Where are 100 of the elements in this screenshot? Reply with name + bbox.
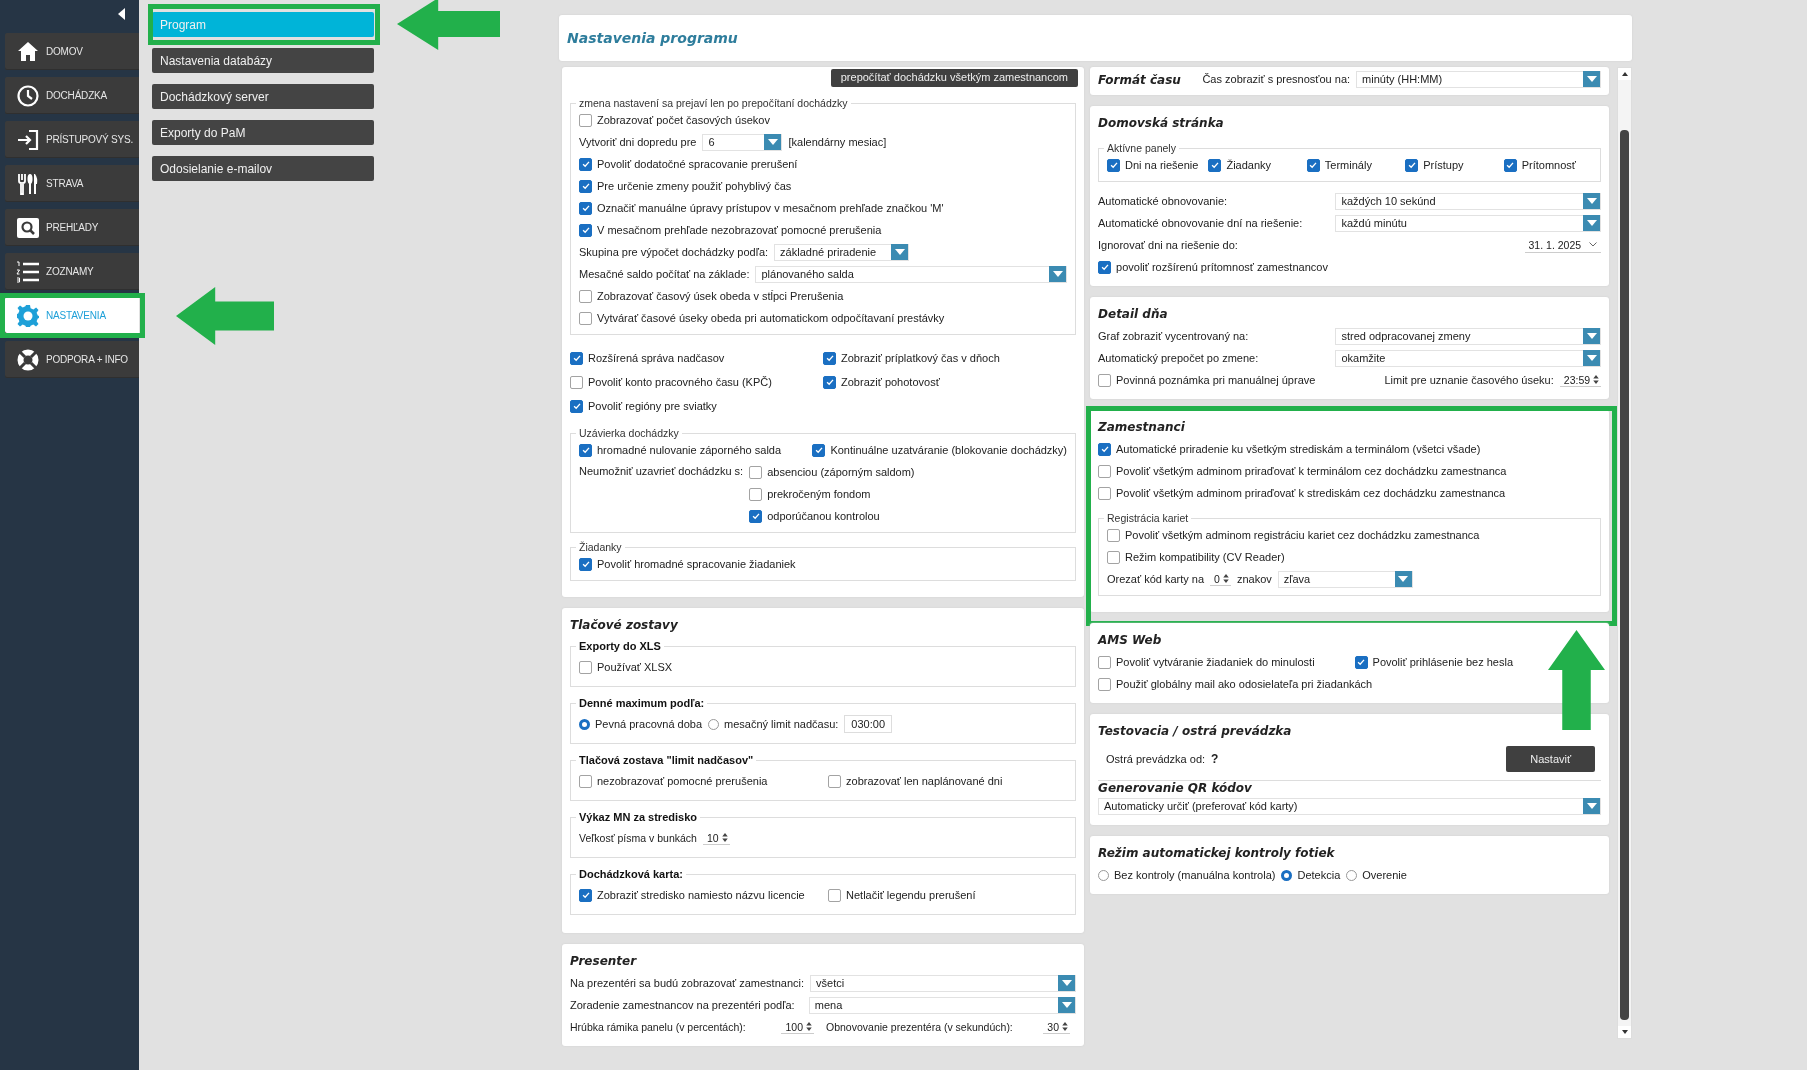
dropdown[interactable]: minúty (HH:MM) xyxy=(1356,70,1602,88)
dropdown[interactable]: zľava xyxy=(1277,570,1413,588)
date-field[interactable]: 31. 1. 2025 xyxy=(1524,237,1602,253)
field-label: Hrúbka rámika panelu (v percentách): xyxy=(570,1021,746,1033)
checkbox[interactable] xyxy=(570,351,583,365)
checkbox[interactable] xyxy=(1098,486,1112,500)
sidebar-item[interactable]: PREHĽADY xyxy=(5,209,139,246)
menu-item-icon xyxy=(16,39,40,64)
recalculate-button[interactable]: prepočítať dochádzku všetkým zamestnancom xyxy=(830,69,1079,87)
field-label: Orezať kód karty na xyxy=(1107,573,1205,585)
submenu-item[interactable]: Dochádzkový server xyxy=(152,84,374,109)
checkbox[interactable] xyxy=(1098,260,1112,274)
checkbox[interactable] xyxy=(1107,158,1121,172)
dropdown[interactable]: Automaticky určiť (preferovať kód karty) xyxy=(1098,797,1602,815)
sidebar-item[interactable]: ZOZNAMY xyxy=(5,253,139,290)
checkbox[interactable] xyxy=(1098,655,1112,669)
checkbox[interactable] xyxy=(823,375,836,389)
dropdown[interactable]: každú minútu xyxy=(1335,214,1602,232)
page-title: Nastavenia programu xyxy=(567,30,738,46)
checkbox-label: povoliť rozšírenú prítomnosť zamestnancov xyxy=(1116,261,1328,273)
checkbox[interactable] xyxy=(579,113,592,127)
radio-button[interactable] xyxy=(579,718,590,730)
field-label: Skupina pre výpočet dochádzky podľa: xyxy=(579,246,769,258)
checkbox[interactable] xyxy=(823,351,836,365)
chevron-down-icon xyxy=(1589,242,1598,247)
spin-field[interactable]: 23:59 xyxy=(1559,373,1602,387)
checkbox[interactable] xyxy=(579,443,592,457)
spin-field[interactable]: 30 xyxy=(1043,1020,1071,1034)
checkbox[interactable] xyxy=(812,443,826,457)
caret-icon xyxy=(767,139,778,145)
input-field[interactable]: 030:00 xyxy=(844,715,892,733)
checkbox[interactable] xyxy=(1208,158,1222,172)
checkbox[interactable] xyxy=(579,660,592,674)
checkbox[interactable] xyxy=(828,888,841,902)
checkbox[interactable] xyxy=(749,509,763,523)
caret-icon xyxy=(1061,980,1072,986)
checkbox-label: Vytvárať časové úseky obeda pri automatickom odpočítavaní prestávky xyxy=(597,312,945,324)
menu-item-icon xyxy=(16,303,40,328)
spin-field[interactable]: 0 xyxy=(1210,572,1231,586)
group-label: Aktívne panely xyxy=(1106,142,1177,154)
scroll-down-icon[interactable] xyxy=(1621,1030,1628,1034)
checkbox[interactable] xyxy=(1098,442,1112,456)
checkbox[interactable] xyxy=(579,223,592,237)
dropdown[interactable]: základné priradenie xyxy=(774,243,910,261)
checkbox[interactable] xyxy=(579,774,592,788)
sidebar-item[interactable]: DOCHÁDZKA xyxy=(5,77,139,114)
checkbox[interactable] xyxy=(1405,158,1419,172)
checkbox[interactable] xyxy=(1107,528,1121,542)
field-label: Graf zobraziť vycentrovaný na: xyxy=(1098,330,1250,342)
collapse-icon[interactable] xyxy=(118,8,125,20)
dropdown[interactable]: plánovaného salda xyxy=(755,265,1068,283)
checkbox[interactable] xyxy=(1354,655,1368,669)
checkbox[interactable] xyxy=(570,375,583,389)
field-label: Na prezentéri sa budú zobrazovať zamestnanci: xyxy=(570,977,805,989)
checkbox[interactable] xyxy=(1098,373,1112,387)
scrollbar[interactable] xyxy=(1617,67,1632,1039)
checkbox[interactable] xyxy=(579,179,592,193)
submenu-item[interactable]: Exporty do PaM xyxy=(152,120,374,145)
field-label: Veľkosť písma v bunkách xyxy=(579,832,697,844)
field-label: Zoradenie zamestnancov na prezentéri podľa: xyxy=(570,999,796,1011)
checkbox[interactable] xyxy=(579,311,592,325)
submenu-item[interactable]: Odosielanie e-mailov xyxy=(152,156,374,181)
set-button[interactable]: Nastaviť xyxy=(1506,746,1596,772)
checkbox[interactable] xyxy=(749,465,763,479)
checkbox[interactable] xyxy=(579,888,592,902)
checkbox-label: Pre určenie zmeny použiť pohyblivý čas xyxy=(597,180,792,192)
spin-field[interactable]: 100 xyxy=(781,1020,814,1034)
dropdown[interactable]: mena xyxy=(808,996,1077,1014)
dropdown[interactable]: každých 10 sekúnd xyxy=(1335,192,1602,210)
caret-icon xyxy=(1586,76,1597,82)
checkbox[interactable] xyxy=(749,487,763,501)
sidebar-item[interactable]: PODPORA + INFO xyxy=(5,341,139,378)
sidebar-item[interactable]: STRAVA xyxy=(5,165,139,202)
dropdown[interactable]: všetci xyxy=(810,974,1077,992)
checkbox[interactable] xyxy=(570,399,583,413)
checkbox[interactable] xyxy=(579,289,592,303)
dropdown[interactable]: okamžite xyxy=(1335,349,1602,367)
checkbox[interactable] xyxy=(579,557,592,571)
dropdown[interactable]: 6 xyxy=(702,133,783,151)
dropdown[interactable]: stred odpracovanej zmeny xyxy=(1335,327,1602,345)
radio-button[interactable] xyxy=(1281,869,1293,881)
checkbox[interactable] xyxy=(579,201,592,215)
sidebar-item[interactable]: PRÍSTUPOVÝ SYS. xyxy=(5,121,139,158)
sidebar-item[interactable]: DOMOV xyxy=(5,33,139,70)
checkbox[interactable] xyxy=(1098,677,1112,691)
checkbox[interactable] xyxy=(1503,158,1517,172)
scroll-up-icon[interactable] xyxy=(1621,72,1628,76)
radio-button[interactable] xyxy=(1346,869,1358,881)
field-label: Ostrá prevádzka od: xyxy=(1106,753,1206,765)
checkbox[interactable] xyxy=(1107,550,1121,564)
section-title: Domovská stránka xyxy=(1098,115,1225,132)
checkbox[interactable] xyxy=(579,157,592,171)
radio-button[interactable] xyxy=(708,718,720,730)
radio-button[interactable] xyxy=(1098,869,1110,881)
caret-icon xyxy=(1061,1002,1072,1008)
submenu-item[interactable]: Nastavenia databázy xyxy=(152,48,374,73)
checkbox[interactable] xyxy=(1306,158,1320,172)
checkbox[interactable] xyxy=(828,774,841,788)
spin-field[interactable]: 10 xyxy=(702,831,730,845)
checkbox[interactable] xyxy=(1098,464,1112,478)
